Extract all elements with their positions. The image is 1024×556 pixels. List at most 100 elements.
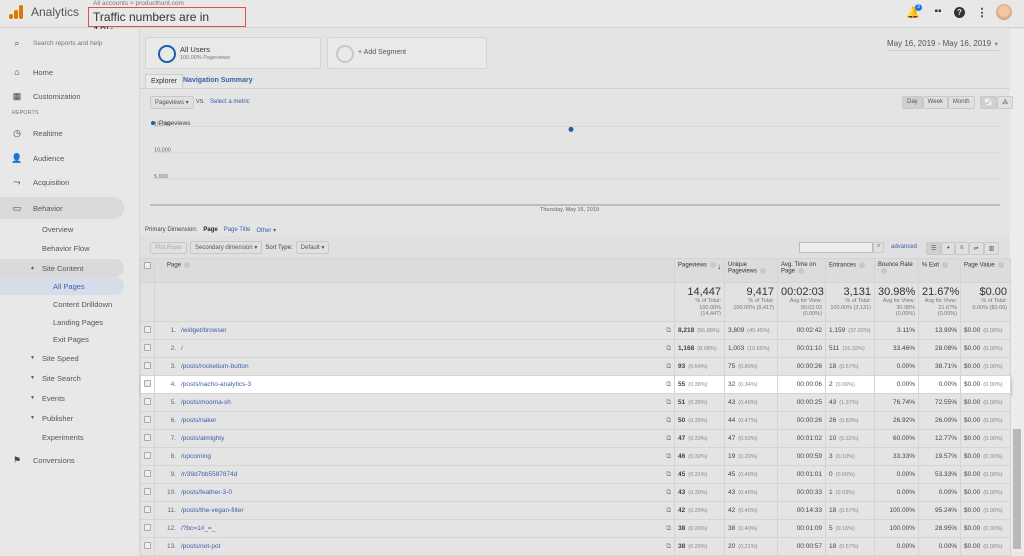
dimension-other[interactable]: Other ▾	[256, 227, 276, 234]
column-header[interactable]: % Exit	[918, 258, 961, 283]
help-icon[interactable]	[881, 268, 887, 274]
column-header[interactable]: Page	[154, 258, 675, 283]
open-page-icon[interactable]: ⧉	[666, 345, 671, 353]
page-link[interactable]: /r/39d7bb5587874d	[181, 471, 237, 478]
help-icon[interactable]	[798, 268, 805, 274]
day-button[interactable]: Day	[902, 96, 923, 109]
table-row[interactable]: 11./posts/the-vegan-filter ⧉ 42 (0.29%) 42 (0…	[140, 501, 1011, 520]
help-icon[interactable]	[859, 262, 866, 268]
apps-grid-icon[interactable]: ▪▪	[931, 6, 945, 20]
sidebar-item-site-speed[interactable]: ▼ Site Speed	[0, 349, 124, 367]
column-header[interactable]: Page Value	[960, 258, 1011, 283]
breadcrumb[interactable]: All accounts > producthunt.com	[93, 0, 184, 7]
help-icon[interactable]	[997, 262, 1004, 268]
table-search-input[interactable]	[799, 242, 873, 253]
open-page-icon[interactable]: ⧉	[666, 363, 671, 371]
table-row[interactable]: 10./posts/feather-3-0 ⧉ 43 (0.30%) 43 (0.46%)…	[140, 483, 1011, 502]
open-page-icon[interactable]: ⧉	[666, 489, 671, 497]
table-row[interactable]: 1. /widget/browser ⧉ 8,218 (56.88%) 3,809 (40.…	[140, 321, 1011, 340]
table-row[interactable]: 4./posts/nacho-analytics-3 ⧉ 55 (0.38%) 32 (0…	[140, 375, 1011, 394]
row-checkbox[interactable]	[140, 357, 155, 376]
date-range-picker[interactable]: May 16, 2019 - May 16, 2019 ▼	[887, 39, 1000, 51]
table-row[interactable]: 2. / ⧉ 1,168 (8.08%) 1,003 (10.65%) 00:01:10 511…	[140, 339, 1011, 358]
segment-all-users[interactable]: All Users 100.00% Pageviews	[145, 37, 321, 69]
open-page-icon[interactable]: ⧉	[666, 525, 671, 533]
sidebar-item-exit-pages[interactable]: Exit Pages	[0, 330, 124, 348]
add-segment-button[interactable]: + Add Segment	[327, 37, 487, 69]
page-link[interactable]: /posts/almighty	[181, 435, 224, 442]
help-icon[interactable]	[760, 268, 767, 274]
help-icon[interactable]	[710, 262, 717, 268]
sort-type-dropdown[interactable]: Default ▾	[295, 241, 330, 254]
open-page-icon[interactable]: ⧉	[666, 327, 671, 335]
row-checkbox[interactable]	[140, 483, 155, 502]
open-page-icon[interactable]: ⧉	[666, 435, 671, 443]
motion-chart-icon[interactable]: ⁂	[997, 96, 1014, 109]
line-chart-icon[interactable]: 📈	[979, 96, 998, 109]
sort-arrow-icon[interactable]: ↓	[717, 262, 721, 271]
sidebar-item-experiments[interactable]: Experiments	[0, 428, 124, 446]
metric-selector[interactable]: Pageviews ▾	[150, 96, 194, 109]
row-checkbox[interactable]	[140, 465, 155, 484]
pivot-view-icon[interactable]: ▥	[983, 242, 1000, 255]
open-page-icon[interactable]: ⧉	[666, 399, 671, 407]
data-point[interactable]	[568, 126, 574, 132]
row-checkbox[interactable]	[140, 339, 155, 358]
search-icon[interactable]: ⌕	[873, 242, 885, 253]
page-link[interactable]: /posts/rocketium-button	[181, 363, 249, 370]
secondary-dimension-dropdown[interactable]: Secondary dimension ▾	[190, 241, 263, 254]
comparison-view-icon[interactable]: ⇌	[968, 242, 984, 255]
sidebar-item-audience[interactable]: 👤 Audience	[0, 149, 124, 167]
table-view-icon[interactable]: ☰	[926, 242, 942, 255]
sidebar-item-content-drilldown[interactable]: Content Drilldown	[0, 295, 124, 313]
row-checkbox[interactable]	[140, 321, 155, 340]
sidebar-item-acquisition[interactable]: ⤳ Acquisition	[0, 173, 124, 191]
pie-view-icon[interactable]: ◕	[941, 242, 956, 255]
help-icon[interactable]: ?	[954, 7, 965, 18]
column-header[interactable]: Bounce Rate	[874, 258, 919, 283]
open-page-icon[interactable]: ⧉	[666, 453, 671, 461]
row-checkbox[interactable]	[140, 447, 155, 466]
page-link[interactable]: /posts/not-pot	[181, 543, 220, 550]
select-all-checkbox[interactable]	[140, 258, 155, 283]
select-metric-link[interactable]: Select a metric	[210, 99, 250, 105]
row-checkbox[interactable]	[140, 375, 155, 394]
table-row[interactable]: 9./r/39d7bb5587874d ⧉ 45 (0.31%) 45 (0.48%) 00…	[140, 465, 1011, 484]
open-page-icon[interactable]: ⧉	[666, 381, 671, 389]
month-button[interactable]: Month	[947, 96, 975, 109]
sidebar-item-realtime[interactable]: ◷ Realtime	[0, 124, 124, 142]
help-icon[interactable]	[184, 262, 191, 268]
open-page-icon[interactable]: ⧉	[666, 471, 671, 479]
row-checkbox[interactable]	[140, 393, 155, 412]
tab-navigation-summary[interactable]: Navigation Summary	[178, 74, 258, 88]
table-row[interactable]: 8./upcoming ⧉ 46 (0.32%) 19 (0.20%) 00:00:59 3(…	[140, 447, 1011, 466]
row-checkbox[interactable]	[140, 537, 155, 556]
row-checkbox[interactable]	[140, 501, 155, 520]
page-link[interactable]: /posts/the-vegan-filter	[181, 507, 244, 514]
open-page-icon[interactable]: ⧉	[666, 417, 671, 425]
sidebar-item-customization[interactable]: ▦ Customization	[0, 87, 124, 105]
table-row[interactable]: 5./posts/mooma-sh ⧉ 51 (0.35%) 43 (0.46%) 00:0…	[140, 393, 1011, 412]
sidebar-item-conversions[interactable]: ⚑ Conversions	[0, 451, 124, 469]
view-selector[interactable]: Traffic numbers are in 10's▼	[88, 7, 246, 38]
page-link[interactable]: /posts/naker	[181, 417, 216, 424]
sidebar-item-all-pages[interactable]: All Pages	[0, 277, 124, 295]
more-vert-icon[interactable]: ⋮	[975, 6, 989, 20]
dimension-page[interactable]: Page	[203, 227, 217, 234]
week-button[interactable]: Week	[922, 96, 948, 109]
sidebar-search[interactable]: ⌕ Search reports and help	[0, 34, 124, 52]
table-row[interactable]: 3./posts/rocketium-button ⧉ 93 (0.64%) 75 (0.…	[140, 357, 1011, 376]
page-link[interactable]: /	[181, 345, 183, 352]
open-page-icon[interactable]: ⧉	[666, 507, 671, 515]
row-checkbox[interactable]	[140, 429, 155, 448]
sidebar-item-publisher[interactable]: ▼ Publisher	[0, 409, 124, 427]
avatar[interactable]	[996, 4, 1012, 20]
sidebar-item-behavior-flow[interactable]: Behavior Flow	[0, 239, 124, 257]
open-page-icon[interactable]: ⧉	[666, 543, 671, 551]
table-row[interactable]: 12./?bc=1#_=_ ⧉ 38 (0.26%) 38 (0.40%) 00:01:09…	[140, 519, 1011, 538]
row-checkbox[interactable]	[140, 519, 155, 538]
advanced-filter-link[interactable]: advanced	[891, 244, 917, 250]
sidebar-item-landing-pages[interactable]: Landing Pages	[0, 313, 124, 331]
column-header[interactable]: Entrances	[825, 258, 875, 283]
sidebar-item-overview[interactable]: Overview	[0, 220, 124, 238]
